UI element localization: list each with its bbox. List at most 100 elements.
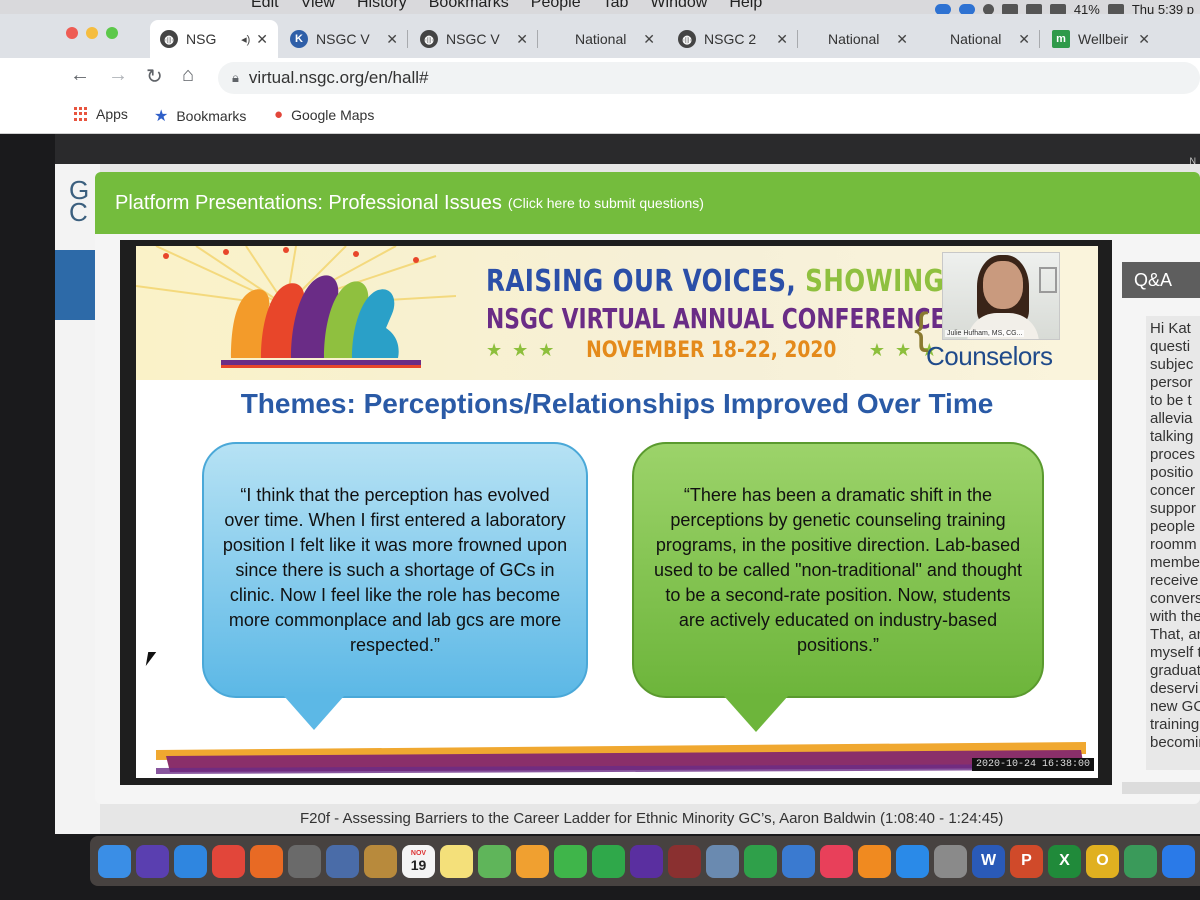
- lock-icon[interactable]: 🔒︎: [232, 70, 239, 86]
- keynote-icon[interactable]: [782, 844, 815, 878]
- qa-line: roomm: [1150, 536, 1197, 553]
- site-nav-block[interactable]: [55, 250, 100, 320]
- qa-scrollbar[interactable]: [1122, 782, 1200, 794]
- calendar-month: NOV: [410, 849, 427, 857]
- maps-icon[interactable]: [478, 844, 511, 878]
- calendar-icon[interactable]: NOV 19: [402, 844, 435, 878]
- speaker-face: [983, 261, 1023, 309]
- qa-line: myself t: [1150, 644, 1200, 661]
- back-arrow-icon[interactable]: ←: [70, 64, 90, 87]
- window-controls: [66, 27, 118, 39]
- siri-icon[interactable]: [136, 844, 169, 878]
- onenote-icon[interactable]: O: [1086, 844, 1119, 878]
- forward-arrow-icon[interactable]: →: [108, 64, 128, 87]
- bookmark-label: Bookmarks: [176, 108, 247, 124]
- tab-4[interactable]: National ✕: [565, 20, 665, 58]
- tab-2[interactable]: K NSGC V ✕: [280, 20, 408, 58]
- modal-header[interactable]: Platform Presentations: Professional Iss…: [95, 172, 1200, 234]
- menu-tab[interactable]: Tab: [592, 0, 640, 12]
- books-icon[interactable]: [858, 844, 891, 878]
- qa-line: persor: [1150, 374, 1193, 391]
- submit-questions-link[interactable]: (Click here to submit questions): [508, 195, 704, 211]
- qa-line: Hi Kat: [1150, 320, 1191, 337]
- qa-line: receive: [1150, 572, 1199, 589]
- tab-label: NSGC V: [446, 31, 500, 47]
- settings-icon[interactable]: [934, 844, 967, 878]
- bookmark-apps[interactable]: Apps: [74, 106, 128, 122]
- notes-folder-icon[interactable]: [364, 844, 397, 878]
- qa-line: graduat: [1150, 662, 1200, 679]
- tab-8[interactable]: m Wellbeir ✕: [1042, 20, 1160, 58]
- imovie-icon[interactable]: [630, 844, 663, 878]
- photo-booth-icon[interactable]: [326, 844, 359, 878]
- tab-7[interactable]: National ✕: [940, 20, 1040, 58]
- qa-line: to be t: [1150, 392, 1192, 409]
- tab-3[interactable]: ◍ NSGC V ✕: [410, 20, 538, 58]
- messages-icon[interactable]: [554, 844, 587, 878]
- close-tab-icon[interactable]: ✕: [1138, 31, 1150, 48]
- minimize-window-button[interactable]: [86, 27, 98, 39]
- photos-icon[interactable]: [516, 844, 549, 878]
- address-bar[interactable]: 🔒︎ virtual.nsgc.org/en/hall#: [218, 62, 1200, 94]
- tab-label: NSG: [186, 31, 217, 47]
- site-left-panel: G C: [55, 164, 100, 834]
- close-tab-icon[interactable]: ✕: [516, 31, 528, 48]
- numbers-icon[interactable]: [744, 844, 777, 878]
- video-player[interactable]: RAISING OUR VOICES, SHOWING OUR ST NSGC …: [120, 240, 1112, 785]
- zoom-icon[interactable]: [1162, 844, 1195, 878]
- excel-icon[interactable]: X: [1048, 844, 1081, 878]
- tab-label: National: [575, 31, 627, 47]
- menu-view[interactable]: View: [290, 0, 346, 12]
- bookmark-bookmarks[interactable]: ★ Bookmarks: [154, 106, 246, 126]
- music-icon[interactable]: [820, 844, 853, 878]
- close-tab-icon[interactable]: ✕: [896, 31, 908, 48]
- tab-1[interactable]: ◍ NSG ◂) ✕: [150, 20, 278, 58]
- close-tab-icon[interactable]: ✕: [776, 31, 788, 48]
- close-tab-icon[interactable]: ✕: [256, 31, 268, 48]
- chrome-icon[interactable]: [212, 844, 245, 878]
- tab-5[interactable]: ◍ NSGC 2 ✕: [668, 20, 798, 58]
- launchpad-icon[interactable]: [288, 844, 321, 878]
- quote-bubble-right-tail: [724, 696, 788, 732]
- firefox-icon[interactable]: [250, 844, 283, 878]
- globe-icon: ◍: [678, 30, 696, 48]
- tab-6[interactable]: National ✕: [818, 20, 918, 58]
- facetime-icon[interactable]: [592, 844, 625, 878]
- close-tab-icon[interactable]: ✕: [1018, 31, 1030, 48]
- menu-people[interactable]: People: [520, 0, 592, 12]
- site-top-right-text: N: [1189, 156, 1197, 166]
- close-tab-icon[interactable]: ✕: [386, 31, 398, 48]
- qa-line: convers: [1150, 590, 1200, 607]
- menu-edit[interactable]: Edit: [240, 0, 290, 12]
- bookmark-google-maps[interactable]: ● Google Maps: [274, 106, 374, 123]
- menu-help[interactable]: Help: [718, 0, 773, 12]
- qa-line: becomin: [1150, 734, 1200, 751]
- close-window-button[interactable]: [66, 27, 78, 39]
- quote-bubble-left-tail: [284, 696, 344, 730]
- conference-banner: RAISING OUR VOICES, SHOWING OUR ST NSGC …: [136, 246, 1098, 380]
- menu-history[interactable]: History: [346, 0, 418, 12]
- home-icon[interactable]: ⌂: [182, 64, 194, 87]
- zoom-window-button[interactable]: [106, 27, 118, 39]
- preview-icon[interactable]: [706, 844, 739, 878]
- close-tab-icon[interactable]: ✕: [643, 31, 655, 48]
- menu-window[interactable]: Window: [639, 0, 718, 12]
- session-caption: F20f - Assessing Barriers to the Career …: [240, 806, 1200, 832]
- speaker-icon[interactable]: ◂): [241, 33, 250, 46]
- menu-bookmarks[interactable]: Bookmarks: [418, 0, 520, 12]
- reload-icon[interactable]: ↻: [146, 64, 163, 89]
- banner-dates: NOVEMBER 18-22, 2020: [586, 338, 837, 363]
- photo-icon[interactable]: [668, 844, 701, 878]
- qa-header[interactable]: Q&A: [1122, 262, 1200, 298]
- qa-line: people: [1150, 518, 1196, 535]
- qa-line: new GC: [1150, 698, 1200, 715]
- powerpoint-icon[interactable]: P: [1010, 844, 1043, 878]
- stickies-icon[interactable]: [440, 844, 473, 878]
- app-store-icon[interactable]: [896, 844, 929, 878]
- wall-frame: [1039, 267, 1057, 293]
- word-icon[interactable]: W: [972, 844, 1005, 878]
- safari-icon[interactable]: [174, 844, 207, 878]
- finder-icon[interactable]: [98, 844, 131, 878]
- globe-app-icon[interactable]: [1124, 844, 1157, 878]
- qa-panel[interactable]: Hi Kat questi subjec persor to be t alle…: [1146, 316, 1200, 770]
